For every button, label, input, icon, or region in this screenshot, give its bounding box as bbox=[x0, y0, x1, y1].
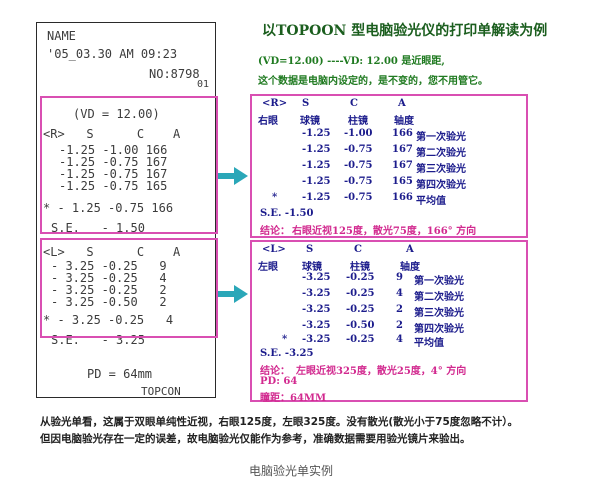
image-caption: 电脑验光单实例 bbox=[249, 464, 334, 478]
right-avg-mark: * bbox=[272, 192, 278, 203]
right-header-a: A bbox=[398, 98, 406, 109]
right-row-label: 第四次验光 bbox=[416, 180, 466, 191]
vd-note-1: (VD=12.00) ----VD: 12.00 是近眼距, bbox=[258, 56, 445, 67]
left-conclusion: 左眼近视325度，散光25度，4° 方向 bbox=[296, 366, 467, 377]
right-row-c: -0.75 bbox=[344, 144, 373, 155]
summary-note-1: 从验光单看，这属于双眼单纯性近视，右眼125度，左眼325度。没有散光(散光小于… bbox=[40, 416, 518, 428]
left-row-a: 4 bbox=[396, 288, 403, 299]
left-row-s: -3.25 bbox=[302, 304, 331, 315]
receipt-pd: PD = 64mm bbox=[87, 367, 153, 381]
right-row-label: 第一次验光 bbox=[416, 132, 466, 143]
right-row-a: 166 bbox=[392, 192, 413, 203]
left-distance: 瞳距：64MM bbox=[260, 393, 327, 404]
left-row-s: -3.25 bbox=[302, 272, 331, 283]
left-header2-c: 柱镜 bbox=[350, 262, 370, 273]
left-row-s: -3.25 bbox=[302, 334, 331, 345]
right-row-c: -0.75 bbox=[344, 192, 373, 203]
receipt-name: NAME bbox=[47, 29, 76, 43]
arrow-right-icon bbox=[218, 167, 248, 185]
left-row-c: -0.25 bbox=[346, 304, 375, 315]
arrow-right-icon bbox=[218, 285, 248, 303]
right-row-s: -1.25 bbox=[302, 160, 331, 171]
right-row-label: 平均值 bbox=[416, 196, 446, 207]
left-row-s: -3.25 bbox=[302, 288, 331, 299]
right-row-a: 165 bbox=[392, 176, 413, 187]
right-header-s: S bbox=[302, 98, 310, 109]
left-header-s: S bbox=[306, 244, 314, 255]
right-header2-eye: 右眼 bbox=[258, 116, 278, 127]
left-se: S.E. -3.25 bbox=[260, 348, 314, 359]
vd-note-2: 这个数据是电脑内设定的，是不变的，您不用管它。 bbox=[258, 76, 488, 87]
left-row-label: 第三次验光 bbox=[414, 308, 464, 319]
left-row-label: 平均值 bbox=[414, 338, 444, 349]
right-header2-s: 球镜 bbox=[300, 116, 320, 127]
right-row-s: -1.25 bbox=[302, 192, 331, 203]
page-title: 以TOPOON 型电脑验光仪的打印单解读为例 bbox=[262, 23, 548, 39]
left-row-a: 2 bbox=[396, 304, 403, 315]
right-header2-c: 柱镜 bbox=[348, 116, 368, 127]
left-row-label: 第一次验光 bbox=[414, 276, 464, 287]
receipt-brand: TOPCON bbox=[141, 385, 181, 398]
right-header2-a: 轴度 bbox=[394, 116, 414, 127]
left-row-c: -0.25 bbox=[346, 272, 375, 283]
receipt-right-highlight bbox=[40, 96, 218, 234]
left-header2-eye: 左眼 bbox=[258, 262, 278, 273]
right-row-s: -1.25 bbox=[302, 144, 331, 155]
right-row-a: 166 bbox=[392, 128, 413, 139]
left-row-s: -3.25 bbox=[302, 320, 331, 331]
receipt-left-highlight bbox=[40, 238, 218, 338]
right-header-c: C bbox=[350, 98, 358, 109]
left-row-a: 4 bbox=[396, 334, 403, 345]
right-row-a: 167 bbox=[392, 160, 413, 171]
right-row-s: -1.25 bbox=[302, 128, 331, 139]
left-row-a: 2 bbox=[396, 320, 403, 331]
right-header-eye: <R> bbox=[262, 98, 288, 109]
right-row-c: -0.75 bbox=[344, 176, 373, 187]
right-row-label: 第三次验光 bbox=[416, 164, 466, 175]
left-conclusion-label: 结论： bbox=[260, 366, 290, 377]
receipt-date: '05_03.30 AM 09:23 bbox=[47, 47, 178, 61]
summary-note-2: 但因电脑验光存在一定的误差，故电脑验光仅能作为参考，准确数据需要用验光镜片来验出… bbox=[40, 433, 471, 445]
right-row-a: 167 bbox=[392, 144, 413, 155]
left-row-c: -0.50 bbox=[346, 320, 375, 331]
right-row-c: -1.00 bbox=[344, 128, 373, 139]
left-header-a: A bbox=[406, 244, 414, 255]
right-row-c: -0.75 bbox=[344, 160, 373, 171]
right-conclusion-label: 结论： bbox=[260, 226, 290, 237]
left-header2-a: 轴度 bbox=[400, 262, 420, 273]
left-row-label: 第二次验光 bbox=[414, 292, 464, 303]
left-row-c: -0.25 bbox=[346, 288, 375, 299]
right-row-label: 第二次验光 bbox=[416, 148, 466, 159]
left-row-a: 9 bbox=[396, 272, 403, 283]
left-row-label: 第四次验光 bbox=[414, 324, 464, 335]
left-pd: PD: 64 bbox=[260, 376, 298, 387]
right-se: S.E. -1.50 bbox=[260, 208, 314, 219]
left-header-eye: <L> bbox=[262, 244, 286, 255]
left-avg-mark: * bbox=[282, 334, 288, 345]
left-row-c: -0.25 bbox=[346, 334, 375, 345]
right-conclusion: 右眼近视125度，散光75度，166° 方向 bbox=[292, 226, 477, 237]
left-header-c: C bbox=[354, 244, 362, 255]
right-row-s: -1.25 bbox=[302, 176, 331, 187]
left-header2-s: 球镜 bbox=[302, 262, 322, 273]
receipt-number-sub: 01 bbox=[197, 79, 210, 90]
receipt-number: NO:8798 bbox=[149, 67, 200, 81]
